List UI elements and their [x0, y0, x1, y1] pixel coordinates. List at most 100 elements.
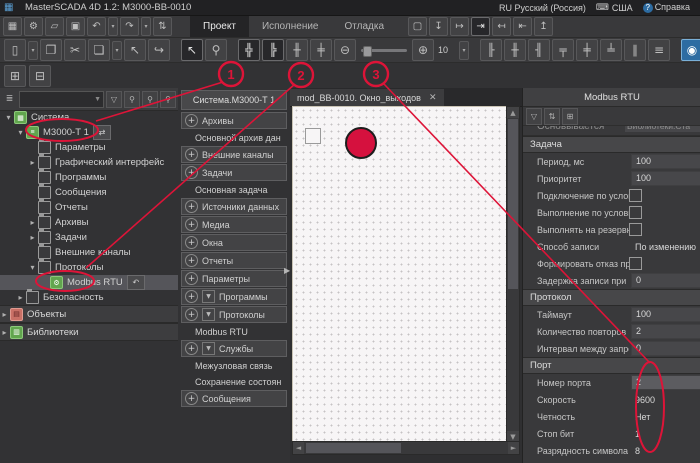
select-cursor-icon[interactable]: ↖ — [181, 39, 203, 61]
add-instance-icon[interactable]: + — [185, 272, 198, 285]
distribute-h-icon[interactable]: ∥ — [624, 39, 646, 61]
zoom-slider[interactable] — [361, 49, 407, 52]
hscroll-thumb[interactable] — [306, 443, 401, 453]
tree-item-программы[interactable]: Программы — [0, 170, 178, 185]
add-instance-icon[interactable]: + — [185, 218, 198, 231]
grid-style2-icon[interactable]: ╪ — [310, 39, 332, 61]
palette-item-внешние-каналы[interactable]: +Внешние каналы — [181, 146, 287, 163]
dock-panel-icon[interactable]: ↥ — [534, 17, 553, 36]
tree-expander[interactable]: ▾ — [4, 113, 13, 122]
zoom-tool-icon[interactable]: ⚲ — [205, 39, 227, 61]
tree-expander[interactable]: ▾ — [28, 263, 37, 272]
keyboard-layout[interactable]: ⌨США — [596, 3, 633, 13]
property-value[interactable]: По изменению — [631, 242, 700, 252]
scroll-right-icon[interactable]: ► — [508, 442, 519, 454]
paste-dropdown[interactable]: ▾ — [28, 41, 38, 60]
add-instance-icon[interactable]: + — [185, 166, 198, 179]
property-value[interactable]: 100 — [631, 307, 700, 322]
redo-icon[interactable]: ↷ — [120, 17, 139, 36]
align-top-icon[interactable]: ╤ — [552, 39, 574, 61]
property-checkbox[interactable] — [629, 257, 642, 270]
tree-item-безопасность[interactable]: ▸Безопасность — [0, 290, 178, 305]
align-right-icon[interactable]: ╢ — [528, 39, 550, 61]
ribbon-tab-исполнение[interactable]: Исполнение — [249, 16, 332, 37]
import-export-icon[interactable]: ⇅ — [153, 17, 172, 36]
tree-expander[interactable]: ▸ — [0, 310, 9, 319]
dock-down-icon[interactable]: ↧ — [429, 17, 448, 36]
add-instance-icon[interactable]: + — [185, 148, 198, 161]
palette-item-протоколы[interactable]: +▼Протоколы — [181, 306, 287, 323]
dock-right-icon[interactable]: ↦ — [450, 17, 469, 36]
tree-item-система[interactable]: ▾▦Система — [0, 110, 178, 125]
duplicate-icon[interactable]: ❏ — [88, 39, 110, 61]
select-copy-icon[interactable]: ↖ — [124, 39, 146, 61]
arrange-dropdown[interactable]: ▾ — [459, 41, 469, 60]
add-node-icon[interactable]: ⊟ — [29, 65, 51, 87]
expand-dropdown-icon[interactable]: ▼ — [202, 290, 215, 303]
palette-item-сообщения[interactable]: +Сообщения — [181, 390, 287, 407]
align-left-icon[interactable]: ╟ — [480, 39, 502, 61]
property-value[interactable]: 2 — [631, 324, 700, 339]
palette-item-параметры[interactable]: +Параметры — [181, 270, 287, 287]
property-value[interactable]: Нет — [631, 412, 700, 422]
property-section-порт[interactable]: Порт — [523, 357, 700, 374]
paste-icon[interactable]: ▯ — [4, 39, 26, 61]
canvas-vertical-scrollbar[interactable]: ▲ ▼ — [506, 106, 520, 443]
grid-snap-icon[interactable]: ╠ — [262, 39, 284, 61]
tree-section-объекты[interactable]: ▸▤Объекты — [0, 305, 178, 323]
expand-dropdown-icon[interactable]: ▼ — [202, 308, 215, 321]
palette-item-задачи[interactable]: +Задачи — [181, 164, 287, 181]
palette-item-службы[interactable]: +▼Службы — [181, 340, 287, 357]
palette-item-медиа[interactable]: +Медиа — [181, 216, 287, 233]
tree-item-графический-интерфейс[interactable]: ▸Графический интерфейс — [0, 155, 178, 170]
sort-props-icon[interactable]: ⇅ — [544, 108, 560, 125]
document-tab[interactable]: mod_BB-0010. Окно_выходов ✕ — [290, 89, 444, 106]
palette-header[interactable]: Система.M3000-Т 1 — [181, 90, 287, 110]
align-middle-icon[interactable]: ╪ — [576, 39, 598, 61]
help-button[interactable]: ?Справка — [643, 2, 690, 13]
dock-left-icon[interactable]: ↤ — [492, 17, 511, 36]
palette-collapse-arrow[interactable]: ▶ — [284, 266, 290, 275]
cut-icon[interactable]: ✂ — [64, 39, 86, 61]
tree-item-задачи[interactable]: ▸Задачи — [0, 230, 178, 245]
palette-item-основная-задача[interactable]: Основная задача — [181, 182, 287, 197]
expand-all-icon[interactable]: ⊞ — [562, 108, 578, 125]
palette-item-окна[interactable]: +Окна — [181, 234, 287, 251]
palette-item-modbus-rtu[interactable]: Modbus RTU — [181, 324, 287, 339]
palette-item-источники-данных[interactable]: +Источники данных — [181, 198, 287, 215]
add-instance-icon[interactable]: + — [185, 114, 198, 127]
device-type-button[interactable]: ⇄ — [93, 125, 111, 140]
canvas-circle-element[interactable] — [345, 127, 377, 159]
tree-item-внешние-каналы[interactable]: Внешние каналы — [0, 245, 178, 260]
frame-select-icon[interactable]: ▢ — [408, 17, 427, 36]
property-value[interactable]: 1 — [631, 429, 700, 439]
filter-props-icon[interactable]: ▽ — [526, 108, 542, 125]
palette-item-архивы[interactable]: +Архивы — [181, 112, 287, 129]
language-indicator[interactable]: RU Русский (Россия) — [499, 3, 586, 13]
property-checkbox[interactable] — [629, 189, 642, 202]
palette-item-программы[interactable]: +▼Программы — [181, 288, 287, 305]
add-instance-icon[interactable]: + — [185, 342, 198, 355]
copy-icon[interactable]: ❐ — [40, 39, 62, 61]
tree-item-сообщения[interactable]: Сообщения — [0, 185, 178, 200]
scroll-left-icon[interactable]: ◄ — [293, 442, 304, 454]
open-project-icon[interactable]: ▱ — [45, 17, 64, 36]
property-value[interactable]: 100 — [631, 171, 700, 186]
window-canvas[interactable] — [292, 106, 510, 443]
property-section-задача[interactable]: Задача — [523, 136, 700, 153]
property-value[interactable]: 2 — [631, 375, 700, 390]
vscroll-thumb[interactable] — [508, 119, 518, 289]
explorer-search-combo[interactable]: ▼ — [19, 91, 104, 108]
property-value[interactable]: 0 — [631, 341, 700, 356]
close-tab-icon[interactable]: ✕ — [429, 93, 437, 103]
palette-item-сохранение-состоян[interactable]: Сохранение состоян — [181, 374, 287, 389]
add-element-icon[interactable]: ⊞ — [4, 65, 26, 87]
distribute-v-icon[interactable]: ≡ — [648, 39, 670, 61]
tree-item-параметры[interactable]: Параметры — [0, 140, 178, 155]
save-icon[interactable]: ▣ — [66, 17, 85, 36]
ribbon-tab-проект[interactable]: Проект — [190, 16, 249, 37]
canvas-horizontal-scrollbar[interactable]: ◄ ► — [292, 441, 520, 455]
grid-show-icon[interactable]: ╬ — [238, 39, 260, 61]
align-center-icon[interactable]: ╫ — [504, 39, 526, 61]
palette-item-отчеты[interactable]: +Отчеты — [181, 252, 287, 269]
